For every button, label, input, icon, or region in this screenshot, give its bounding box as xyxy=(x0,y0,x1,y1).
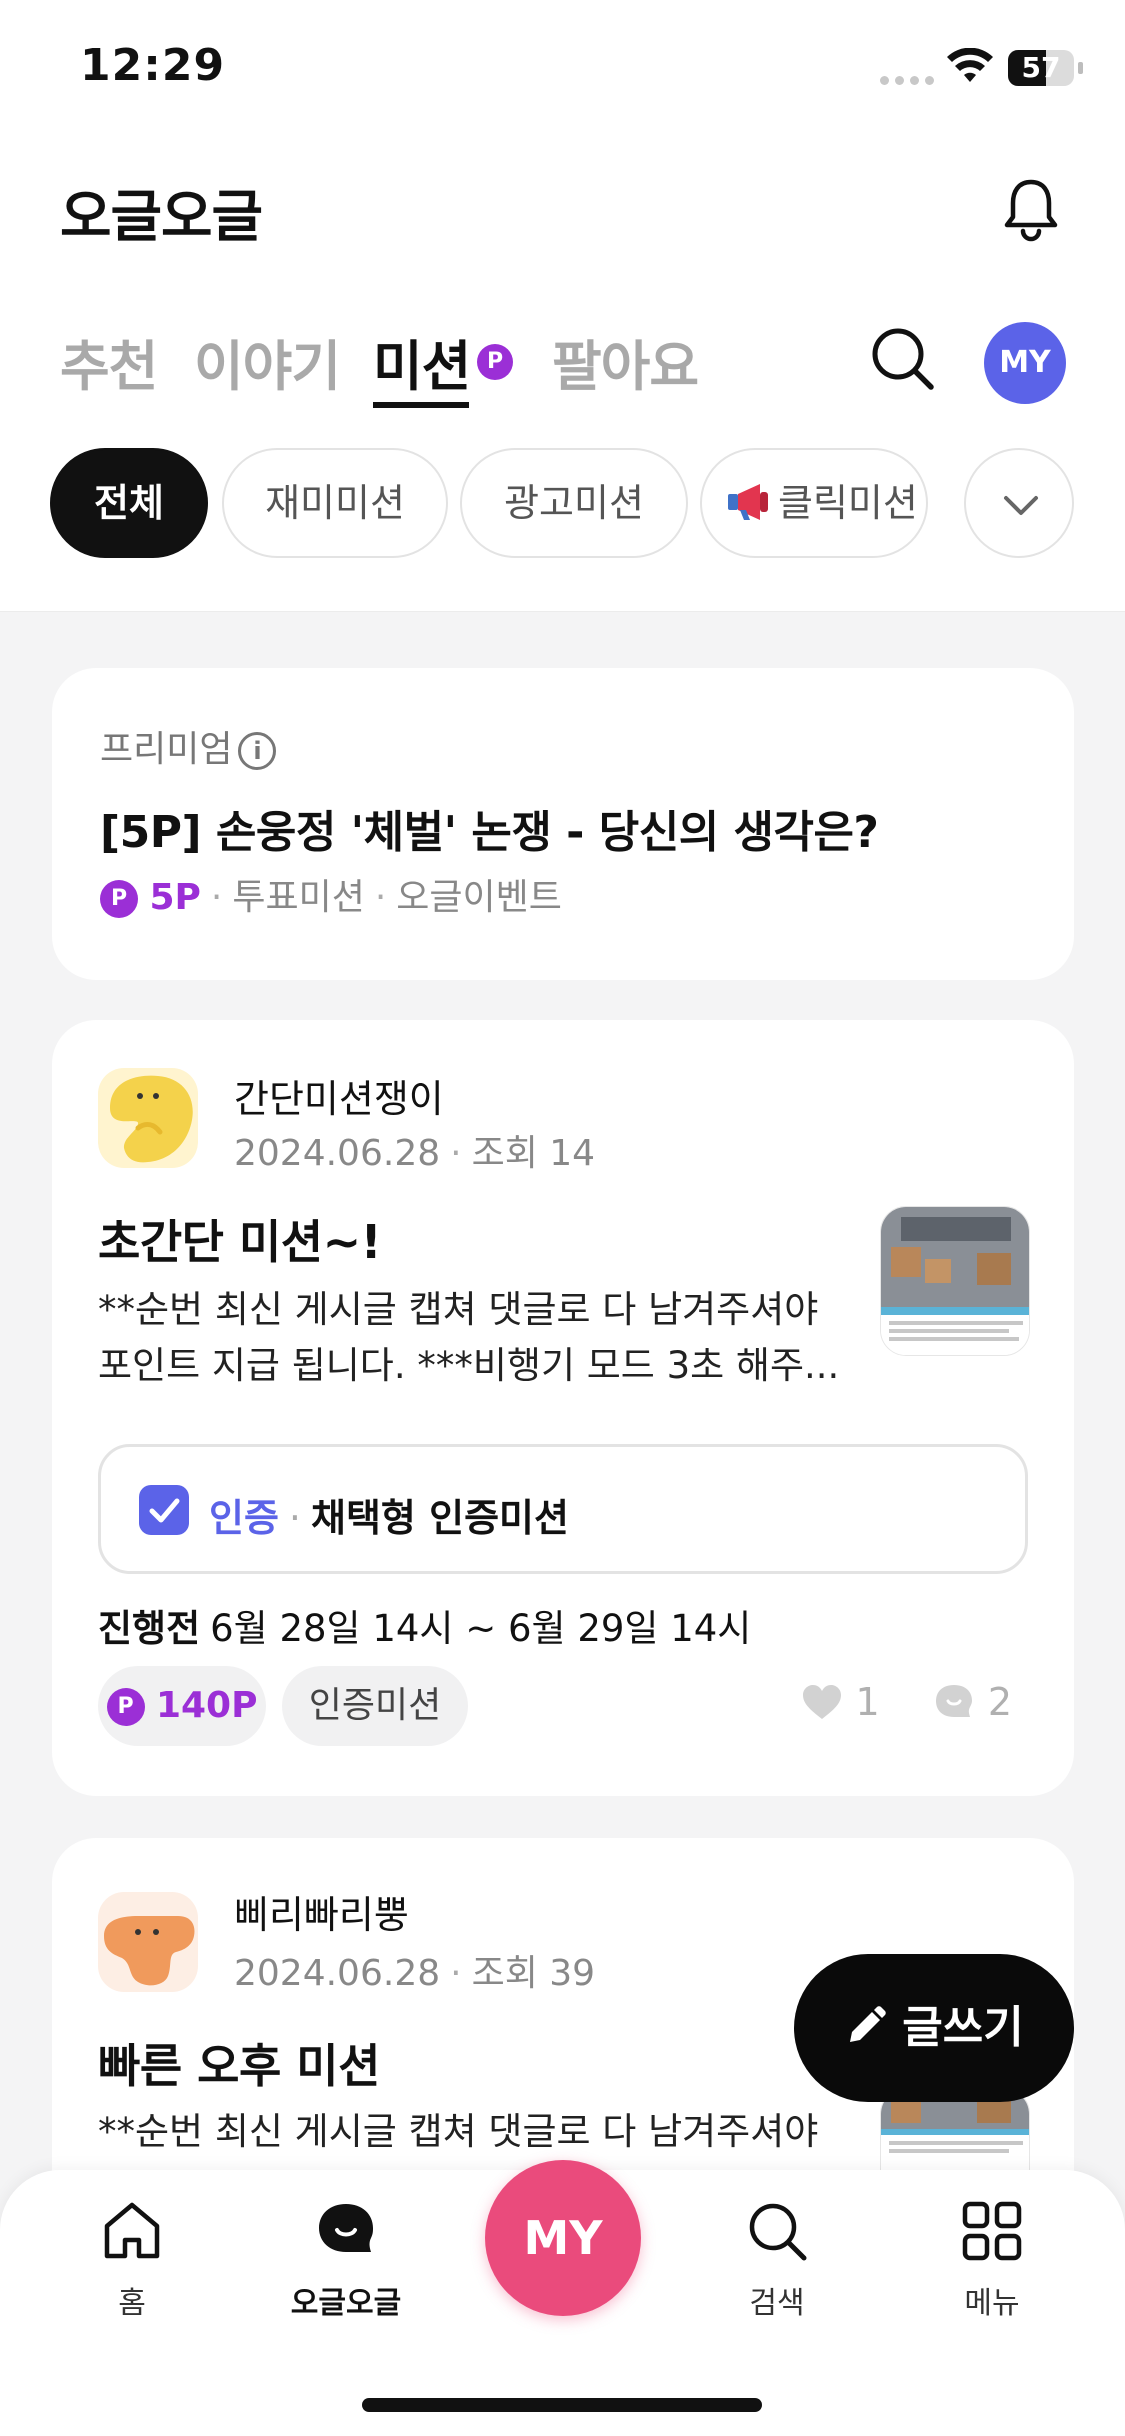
nav-menu-label: 메뉴 xyxy=(964,2286,1020,2321)
chat-bubble-icon xyxy=(319,2204,373,2252)
separator: · xyxy=(450,1953,462,1994)
home-indicator[interactable] xyxy=(362,2398,762,2412)
separator: · xyxy=(210,877,223,918)
active-tab-underline xyxy=(373,402,469,408)
author-name[interactable]: 삐리빠리뿡 xyxy=(234,1884,409,1939)
search-icon[interactable] xyxy=(866,322,938,394)
avatar-orange-icon xyxy=(98,1892,198,1992)
nav-menu[interactable]: 메뉴 xyxy=(912,2198,1072,2322)
post-date: 2024.06.28 xyxy=(234,1953,441,1994)
chevron-down-icon xyxy=(1004,496,1038,515)
avatar-yellow-icon xyxy=(98,1068,198,1168)
post-views: 조회 39 xyxy=(471,1953,596,1994)
battery-icon: 57 xyxy=(1008,50,1074,86)
premium-label: 프리미엄 i xyxy=(100,720,277,772)
write-button[interactable]: 글쓰기 xyxy=(794,1954,1074,2102)
thumbnail-image xyxy=(881,1207,1029,1355)
premium-points: 5P xyxy=(149,877,201,918)
verify-type: 채택형 인증미션 xyxy=(311,1496,569,1540)
category-pill[interactable]: 인증미션 xyxy=(282,1666,468,1746)
premium-tag-vote: 투표미션 xyxy=(232,877,365,918)
avatar[interactable] xyxy=(98,1068,198,1168)
info-icon[interactable]: i xyxy=(238,732,277,770)
post-meta: 2024.06.28 · 조회 14 xyxy=(234,1124,595,1176)
battery-cap xyxy=(1078,62,1083,74)
comment-count: 2 xyxy=(987,1680,1012,1724)
like-count: 1 xyxy=(855,1680,880,1724)
post-date: 2024.06.28 xyxy=(234,1133,441,1174)
grid-icon xyxy=(962,2201,1022,2261)
chip-ad-mission[interactable]: 광고미션 xyxy=(460,448,688,558)
heart-icon[interactable] xyxy=(801,1683,843,1721)
avatar[interactable] xyxy=(98,1892,198,1992)
checkbox-checked-icon xyxy=(139,1485,189,1535)
write-button-label: 글쓰기 xyxy=(902,2002,1024,2053)
post-body[interactable]: **순번 최신 게시글 캡쳐 댓글로 다 남겨주셔야 xyxy=(98,2104,858,2160)
premium-label-text: 프리미엄 xyxy=(100,729,233,770)
pencil-icon xyxy=(850,2006,887,2042)
search-icon xyxy=(749,2203,807,2261)
my-profile-button[interactable]: MY xyxy=(984,322,1066,404)
separator: · xyxy=(374,877,387,918)
period-status: 진행전 xyxy=(98,1607,201,1650)
comment-bubble-icon[interactable] xyxy=(932,1681,976,1721)
battery-level: 57 xyxy=(1021,51,1061,84)
post-stats: 1 2 xyxy=(801,1680,1012,1724)
nav-oggle[interactable]: 오글오글 xyxy=(266,2198,426,2322)
tab-story[interactable]: 이야기 xyxy=(194,322,341,401)
app-title: 오글오글 xyxy=(60,185,263,250)
nav-home[interactable]: 홈 xyxy=(52,2198,212,2322)
chip-fun-mission[interactable]: 재미미션 xyxy=(222,448,448,558)
post-views: 조회 14 xyxy=(471,1133,596,1174)
period-range: 6월 28일 14시 ~ 6월 29일 14시 xyxy=(210,1607,752,1650)
nav-search-label: 검색 xyxy=(749,2286,805,2321)
tab-mission[interactable]: 미션 xyxy=(373,322,471,401)
mission-point-badge: P xyxy=(477,344,513,380)
wifi-icon xyxy=(947,48,993,82)
premium-card[interactable]: 프리미엄 i [5P] 손웅정 '체벌' 논쟁 - 당신의 생각은? P 5P · 투… xyxy=(52,668,1074,980)
post-meta: 2024.06.28 · 조회 39 xyxy=(234,1944,595,1996)
verify-label: 인증 xyxy=(209,1496,279,1540)
status-time: 12:29 xyxy=(80,40,226,91)
verification-box[interactable]: 인증 · 채택형 인증미션 xyxy=(98,1444,1028,1574)
separator: · xyxy=(288,1496,302,1540)
premium-title[interactable]: [5P] 손웅정 '체벌' 논쟁 - 당신의 생각은? xyxy=(100,796,879,860)
separator: · xyxy=(450,1133,462,1174)
point-badge-icon: P xyxy=(100,880,138,918)
bell-icon[interactable] xyxy=(998,176,1064,242)
reward-points-pill: P 140P xyxy=(98,1666,266,1746)
my-center-button[interactable]: MY xyxy=(485,2160,641,2316)
nav-home-label: 홈 xyxy=(118,2286,146,2321)
mission-period: 진행전 6월 28일 14시 ~ 6월 29일 14시 xyxy=(98,1598,751,1652)
megaphone-icon xyxy=(728,484,768,520)
top-header-area: 12:29 57 오글오글 추천 이야기 미션 P 팔아요 MY 전체 재미미션… xyxy=(0,0,1125,612)
post-title[interactable]: 초간단 미션~! xyxy=(98,1206,382,1272)
tab-recommend[interactable]: 추천 xyxy=(60,322,158,401)
point-badge-icon: P xyxy=(106,1688,145,1726)
chip-click-mission[interactable]: 클릭미션 xyxy=(700,448,928,558)
premium-tag-event: 오글이벤트 xyxy=(396,877,562,918)
tab-sell[interactable]: 팔아요 xyxy=(552,322,699,401)
post-title[interactable]: 빠른 오후 미션 xyxy=(98,2030,380,2096)
post-thumbnail[interactable] xyxy=(880,1206,1030,1356)
reward-points: 140P xyxy=(155,1685,258,1726)
nav-oggle-label: 오글오글 xyxy=(290,2286,402,2321)
signal-dots-icon xyxy=(880,76,936,86)
home-icon xyxy=(104,2202,160,2259)
author-name[interactable]: 간단미션쟁이 xyxy=(234,1068,444,1123)
post-card[interactable]: 간단미션쟁이 2024.06.28 · 조회 14 초간단 미션~! **순번 최신… xyxy=(52,1020,1074,1796)
post-body[interactable]: **순번 최신 게시글 캡쳐 댓글로 다 남겨주셔야 포인트 지급 됩니다. *… xyxy=(98,1282,858,1394)
premium-meta: P 5P · 투표미션 · 오글이벤트 xyxy=(100,868,562,920)
chip-all[interactable]: 전체 xyxy=(50,448,208,558)
chip-expand-button[interactable] xyxy=(964,448,1074,558)
chip-click-mission-label: 클릭미션 xyxy=(778,481,918,525)
verification-text: 인증 · 채택형 인증미션 xyxy=(209,1487,569,1542)
nav-search[interactable]: 검색 xyxy=(697,2198,857,2322)
